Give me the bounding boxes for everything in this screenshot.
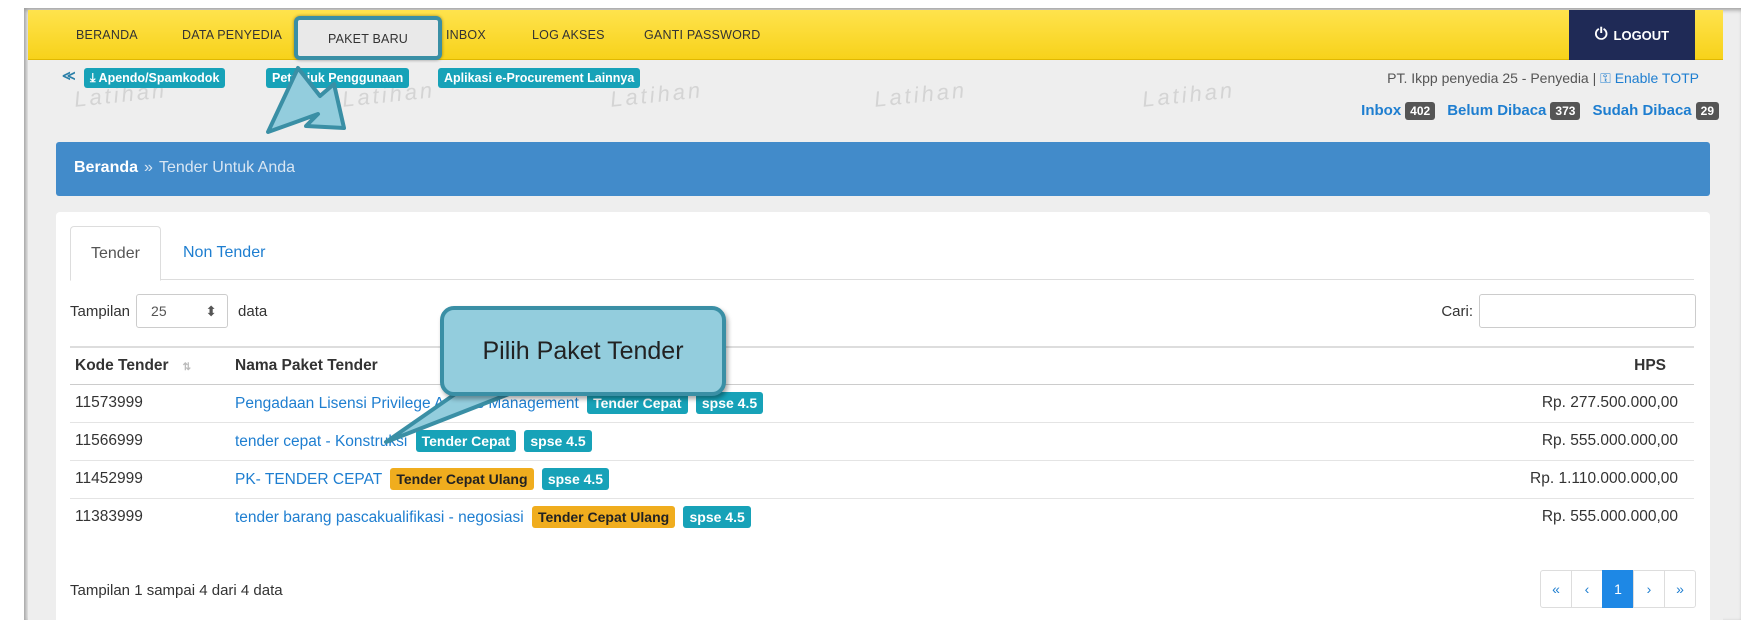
annotation-arrow [266, 66, 346, 134]
app-window: BERANDA DATA PENYEDIA PAKET BARU INBOX L… [28, 10, 1723, 620]
callout-pointer [384, 390, 516, 444]
annotation-overlay [266, 66, 516, 444]
annotation-callout: Pilih Paket Tender [440, 306, 726, 396]
